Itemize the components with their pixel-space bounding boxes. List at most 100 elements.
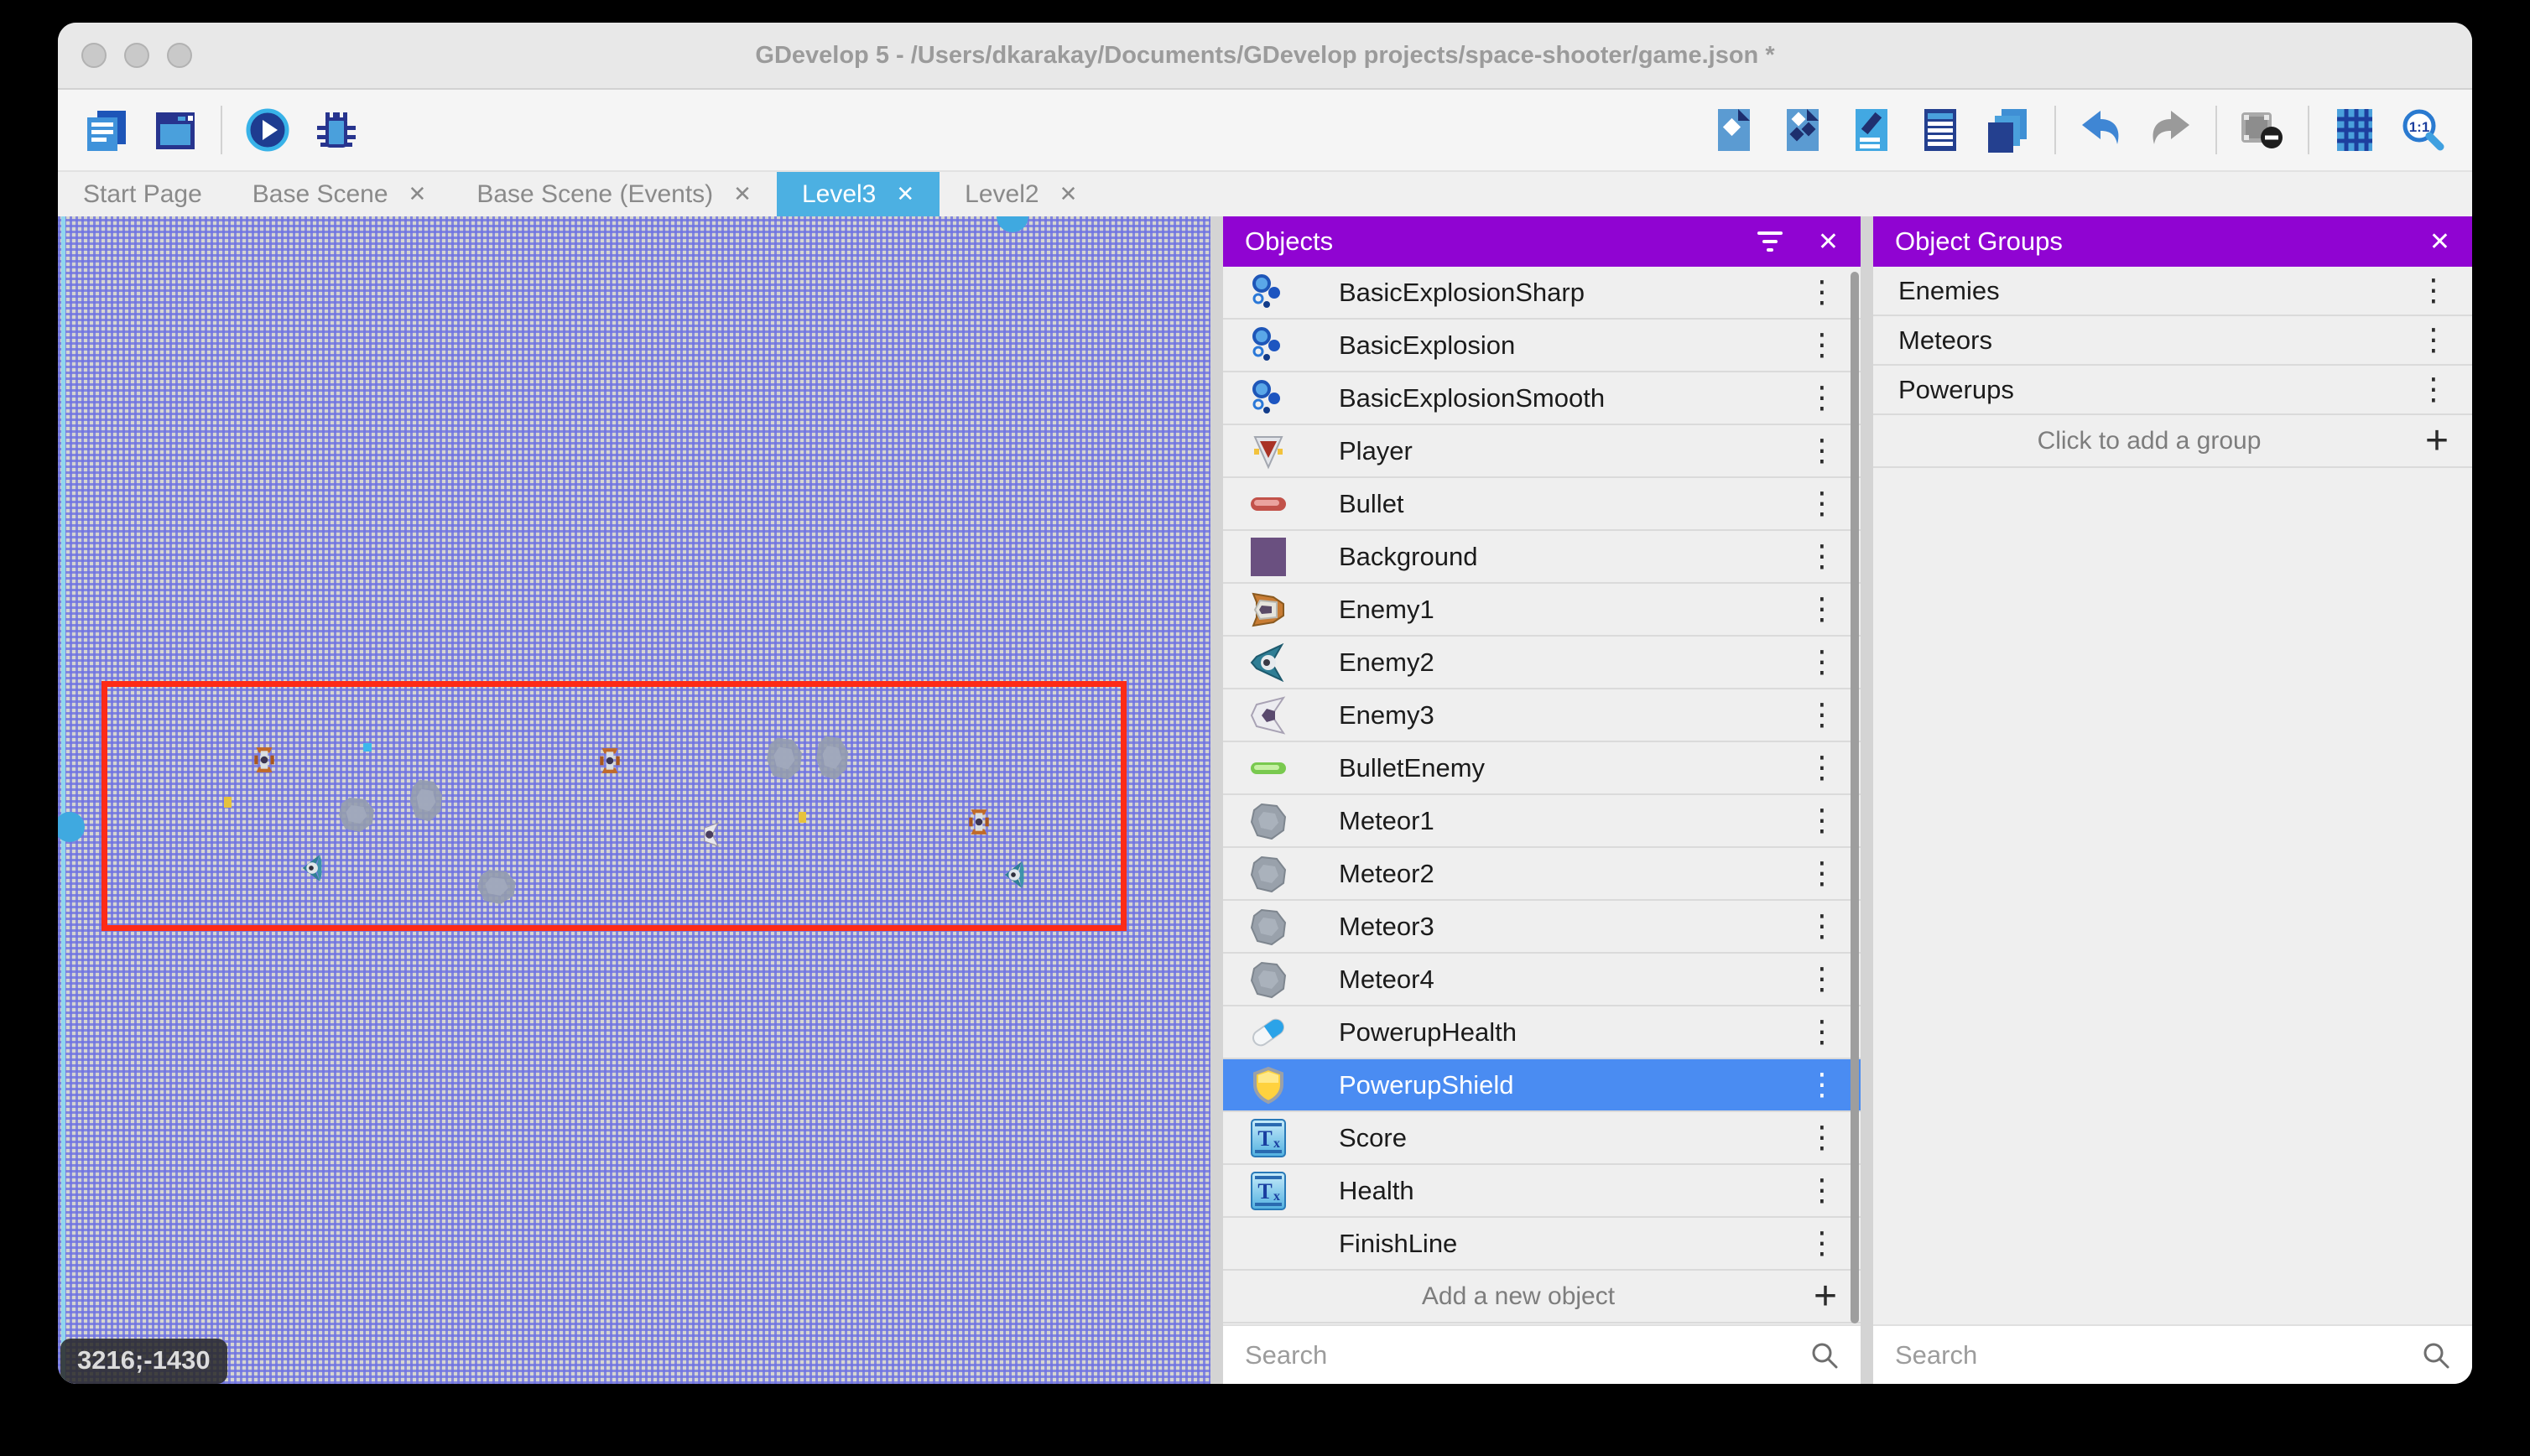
instance-dot-yellow[interactable] <box>224 797 232 808</box>
kebab-menu-icon[interactable]: ⋮ <box>1807 965 1837 995</box>
kebab-menu-icon[interactable]: ⋮ <box>1807 912 1837 942</box>
kebab-menu-icon[interactable]: ⋮ <box>1807 1176 1837 1206</box>
redo-icon[interactable] <box>2147 107 2194 153</box>
object-row-health[interactable]: TxHealth⋮ <box>1223 1165 1861 1218</box>
tab-base-scene-events-[interactable]: Base Scene (Events)✕ <box>451 172 777 216</box>
kebab-menu-icon[interactable]: ⋮ <box>2418 375 2449 405</box>
kebab-menu-icon[interactable]: ⋮ <box>1807 1123 1837 1153</box>
instance-meteor[interactable] <box>765 735 804 782</box>
kebab-menu-icon[interactable]: ⋮ <box>1807 542 1837 572</box>
group-row-enemies[interactable]: Enemies⋮ <box>1873 267 2472 316</box>
instance-enemy2[interactable] <box>1001 861 1026 889</box>
kebab-menu-icon[interactable]: ⋮ <box>1807 700 1837 731</box>
object-row-finishline[interactable]: FinishLine⋮ <box>1223 1218 1861 1271</box>
object-row-enemy2[interactable]: Enemy2⋮ <box>1223 637 1861 689</box>
zoom-1-1-icon[interactable]: 1:1 <box>2400 107 2447 153</box>
instance-meteor[interactable] <box>337 795 376 834</box>
object-row-meteor3[interactable]: Meteor3⋮ <box>1223 901 1861 954</box>
instance-enemy2[interactable] <box>299 854 324 882</box>
kebab-menu-icon[interactable]: ⋮ <box>1807 647 1837 678</box>
objects-scrollbar[interactable] <box>1851 272 1859 1323</box>
zoom-window-icon[interactable] <box>167 43 192 68</box>
filter-icon[interactable] <box>1756 231 1784 252</box>
group-row-powerups[interactable]: Powerups⋮ <box>1873 366 2472 415</box>
kebab-menu-icon[interactable]: ⋮ <box>1807 806 1837 836</box>
kebab-menu-icon[interactable]: ⋮ <box>1807 1229 1837 1259</box>
kebab-menu-icon[interactable]: ⋮ <box>2418 325 2449 356</box>
object-row-score[interactable]: TxScore⋮ <box>1223 1112 1861 1165</box>
object-row-meteor1[interactable]: Meteor1⋮ <box>1223 795 1861 848</box>
object-row-enemy3[interactable]: Enemy3⋮ <box>1223 689 1861 742</box>
kebab-menu-icon[interactable]: ⋮ <box>1807 753 1837 783</box>
grid-icon[interactable] <box>2331 107 2378 153</box>
instances-list-icon[interactable] <box>1917 107 1964 153</box>
object-row-bulletenemy[interactable]: BulletEnemy⋮ <box>1223 742 1861 795</box>
panel-divider[interactable] <box>1861 216 1873 1384</box>
close-tab-icon[interactable]: ✕ <box>409 181 427 207</box>
objects-editor-icon[interactable] <box>1710 107 1757 153</box>
tab-start-page[interactable]: Start Page <box>58 172 227 216</box>
kebab-menu-icon[interactable]: ⋮ <box>1807 330 1837 361</box>
render-mask-icon[interactable] <box>2239 107 2286 153</box>
play-icon[interactable] <box>244 107 291 153</box>
instance-dot-yellow[interactable] <box>799 812 806 823</box>
tab-level3[interactable]: Level3✕ <box>777 172 940 216</box>
kebab-menu-icon[interactable]: ⋮ <box>1807 1017 1837 1048</box>
kebab-menu-icon[interactable]: ⋮ <box>1807 436 1837 466</box>
kebab-menu-icon[interactable]: ⋮ <box>1807 489 1837 519</box>
object-row-basicexplosionsmooth[interactable]: BasicExplosionSmooth⋮ <box>1223 372 1861 425</box>
instance-enemy1[interactable] <box>253 746 275 773</box>
object-row-basicexplosionsharp[interactable]: BasicExplosionSharp⋮ <box>1223 267 1861 320</box>
close-window-icon[interactable] <box>81 43 107 68</box>
scene-canvas[interactable]: 3216;-1430 <box>58 216 1210 1384</box>
instance-dot-cyan[interactable] <box>363 743 372 751</box>
close-icon[interactable]: ✕ <box>1818 227 1839 257</box>
tab-level2[interactable]: Level2✕ <box>940 172 1102 216</box>
instance-enemy3[interactable] <box>700 822 722 847</box>
window-controls <box>81 43 192 68</box>
object-row-meteor4[interactable]: Meteor4⋮ <box>1223 954 1861 1006</box>
kebab-menu-icon[interactable]: ⋮ <box>1807 1070 1837 1100</box>
meteor-icon <box>1245 802 1292 840</box>
project-manager-icon[interactable] <box>83 107 130 153</box>
object-row-basicexplosion[interactable]: BasicExplosion⋮ <box>1223 320 1861 372</box>
kebab-menu-icon[interactable]: ⋮ <box>1807 595 1837 625</box>
scene-top-handle[interactable] <box>997 216 1028 232</box>
scene-editor-icon[interactable] <box>152 107 199 153</box>
add-object-row[interactable]: Add a new object+ <box>1223 1271 1861 1323</box>
object-groups-icon[interactable] <box>1779 107 1826 153</box>
instance-meteor[interactable] <box>409 777 444 824</box>
close-tab-icon[interactable]: ✕ <box>896 181 914 207</box>
tab-base-scene[interactable]: Base Scene✕ <box>227 172 452 216</box>
object-row-enemy1[interactable]: Enemy1⋮ <box>1223 584 1861 637</box>
group-row-meteors[interactable]: Meteors⋮ <box>1873 316 2472 366</box>
instance-meteor[interactable] <box>815 733 850 782</box>
close-icon[interactable]: ✕ <box>2429 227 2450 257</box>
close-tab-icon[interactable]: ✕ <box>733 181 752 207</box>
layers-icon[interactable] <box>1986 107 2033 153</box>
kebab-menu-icon[interactable]: ⋮ <box>1807 859 1837 889</box>
object-row-player[interactable]: Player⋮ <box>1223 425 1861 478</box>
properties-icon[interactable] <box>1848 107 1895 153</box>
object-row-powerupshield[interactable]: PowerupShield⋮ <box>1223 1059 1861 1112</box>
objects-search-input[interactable] <box>1245 1340 1810 1370</box>
groups-search-input[interactable] <box>1895 1340 2422 1370</box>
minimize-window-icon[interactable] <box>124 43 149 68</box>
kebab-menu-icon[interactable]: ⋮ <box>1807 383 1837 413</box>
close-tab-icon[interactable]: ✕ <box>1059 181 1078 207</box>
kebab-menu-icon[interactable]: ⋮ <box>2418 276 2449 306</box>
kebab-menu-icon[interactable]: ⋮ <box>1807 278 1837 308</box>
object-row-meteor2[interactable]: Meteor2⋮ <box>1223 848 1861 901</box>
debug-icon[interactable] <box>313 107 360 153</box>
selection-rectangle[interactable] <box>102 681 1127 931</box>
object-row-poweruphealth[interactable]: PowerupHealth⋮ <box>1223 1006 1861 1059</box>
object-row-background[interactable]: Background⋮ <box>1223 531 1861 584</box>
object-row-bullet[interactable]: Bullet⋮ <box>1223 478 1861 531</box>
add-group-row[interactable]: Click to add a group+ <box>1873 415 2472 468</box>
instance-meteor[interactable] <box>476 867 518 906</box>
instance-enemy1[interactable] <box>599 747 621 774</box>
panel-divider[interactable] <box>1210 216 1223 1384</box>
instance-enemy1[interactable] <box>968 809 990 835</box>
undo-icon[interactable] <box>2078 107 2125 153</box>
scene-left-handle[interactable] <box>58 812 85 842</box>
